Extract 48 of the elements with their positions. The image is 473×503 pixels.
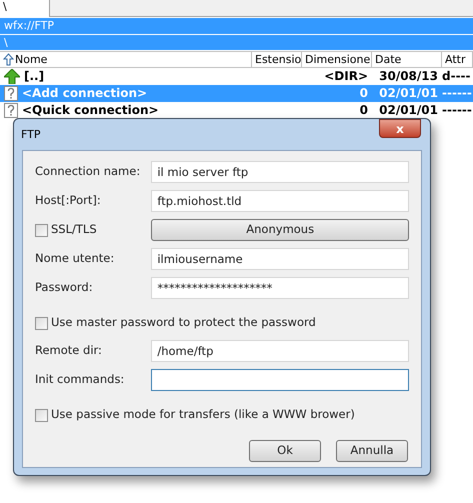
file-size: <DIR> [324,68,368,85]
checkbox[interactable] [35,224,48,236]
checkbox[interactable] [35,408,48,422]
file-name: <Quick connection> [22,102,159,119]
file-name: [..] [24,68,44,85]
field-label: Password: [35,279,94,296]
file-attributes: d---- [442,69,471,83]
file-name: <Add connection> [22,85,148,102]
text-field[interactable]: ilmiousername [151,248,409,270]
field-label: Init commands: [35,371,126,388]
close-button[interactable]: x [379,119,421,138]
file-size: 0 [360,85,368,102]
text-field[interactable]: il mio server ftp [151,161,409,183]
file-attributes: ------ [442,86,472,100]
anonymous-button[interactable]: Anonymous [151,219,409,241]
checkbox-label: Use passive mode for transfers (like a WWW brower) [51,406,355,424]
column-header[interactable]: Nome [0,52,252,67]
file-date: 30/08/13 [379,68,438,85]
field-label: Host[:Port]: [35,192,102,210]
unknown-file-icon [4,86,18,101]
current-path: \ [0,35,473,50]
dialog-button[interactable]: Ok [249,440,321,462]
field-label: Nome utente: [35,250,116,268]
text-field[interactable]: ftp.miohost.tld [151,190,409,212]
checkbox-label: Use master password to protect the password [51,314,316,332]
column-header[interactable]: Attr [442,52,473,67]
field-label: Connection name: [35,163,142,180]
dialog-title: FTP [21,127,40,143]
file-date: 02/01/01 [379,102,438,119]
file-attributes: ------ [442,103,472,117]
checkbox-label: SSL/TLS [51,221,97,238]
column-header[interactable]: Date [372,52,442,67]
file-date: 02/01/01 [379,85,438,102]
file-row[interactable]: [..] <DIR> 30/08/13 d---- [0,68,473,85]
text-field[interactable]: ******************** [151,277,409,299]
file-row[interactable]: <Quick connection> 0 02/01/01 ------ [0,102,473,119]
text-field[interactable] [151,369,409,391]
unknown-file-icon [4,103,18,118]
column-header[interactable]: Dimensione [302,52,372,67]
path-title: wfx://FTP [0,18,473,34]
up-arrow-icon [4,69,20,84]
text-field[interactable]: /home/ftp [151,340,409,362]
field-label: Remote dir: [35,342,103,360]
dialog-button[interactable]: Annulla [336,440,408,462]
tab[interactable]: \ [0,0,50,17]
checkbox[interactable] [35,316,48,330]
column-header[interactable]: Estensio [252,52,302,67]
file-size: 0 [360,102,368,119]
